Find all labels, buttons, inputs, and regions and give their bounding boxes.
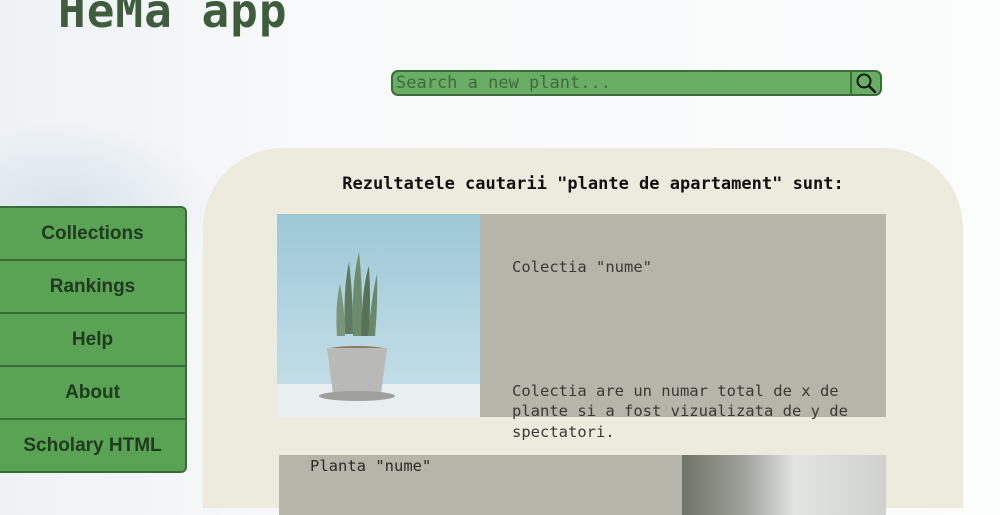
collection-title: Colectia "nume" <box>512 258 652 276</box>
sidebar-item-about[interactable]: About <box>0 367 185 420</box>
sidebar-item-help[interactable]: Help <box>0 314 185 367</box>
collection-description: Colectia are un numar total de x de plan… <box>512 381 858 441</box>
sidebar-item-collections[interactable]: Collections <box>0 208 185 261</box>
search-bar <box>391 70 882 96</box>
collection-card[interactable]: Colectia "nume" Colectia are un numar to… <box>277 214 886 441</box>
collection-info: Colectia "nume" Colectia are un numar to… <box>480 214 872 441</box>
search-button[interactable] <box>850 72 880 94</box>
sidebar-item-scholary-html[interactable]: Scholary HTML <box>0 420 185 471</box>
search-input[interactable] <box>393 72 850 94</box>
plant-title: Planta "nume" <box>310 457 432 475</box>
app-title: HeMa app <box>58 0 288 38</box>
results-heading: Rezultatele cautarii "plante de apartame… <box>342 174 844 194</box>
collection-image <box>277 214 480 417</box>
sidebar-item-rankings[interactable]: Rankings <box>0 261 185 314</box>
sidebar-nav: Collections Rankings Help About Scholary… <box>0 206 187 473</box>
search-icon <box>856 73 877 94</box>
plant-card[interactable]: Planta "nume" <box>279 455 886 515</box>
plant-image <box>682 455 886 515</box>
results-panel: Rezultatele cautarii "plante de apartame… <box>203 148 963 515</box>
